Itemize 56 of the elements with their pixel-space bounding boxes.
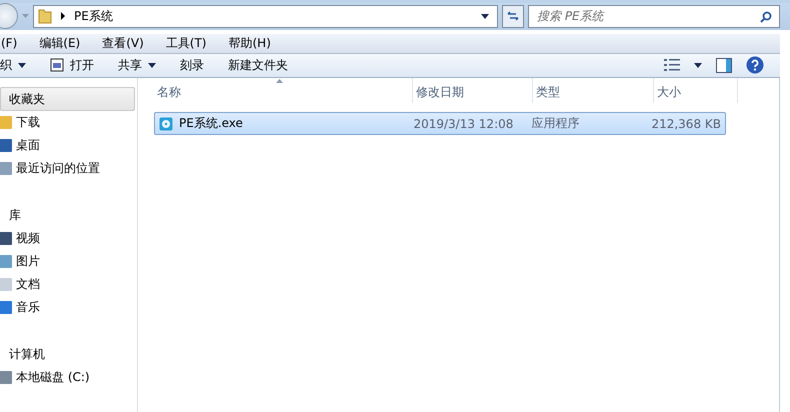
item-icon: [0, 139, 12, 152]
sidebar-item[interactable]: 最近访问的位置: [16, 160, 100, 177]
caret-icon: [18, 62, 26, 68]
sidebar-item[interactable]: 视频: [16, 230, 40, 247]
menu-item[interactable]: 工具(T): [166, 34, 206, 52]
forward-button[interactable]: [0, 3, 18, 30]
item-icon: [0, 162, 12, 175]
disc-icon: [159, 116, 173, 130]
item-icon: [0, 278, 12, 291]
sidebar-group[interactable]: 计算机: [0, 342, 135, 366]
dropdown-icon[interactable]: [481, 14, 489, 19]
help-icon[interactable]: [746, 56, 764, 74]
folder-icon: [38, 8, 52, 24]
column-header[interactable]: 大小: [654, 78, 738, 103]
menu-item[interactable]: 帮助(H): [228, 34, 271, 52]
window-icon: [50, 58, 64, 72]
column-header[interactable]: 名称: [154, 78, 413, 103]
item-icon: [0, 232, 12, 245]
column-header[interactable]: 修改日期: [413, 78, 533, 103]
sidebar-group[interactable]: 收藏夹: [0, 87, 135, 111]
chevron-icon: [60, 12, 66, 20]
toolbar-button[interactable]: 新建文件夹: [226, 54, 290, 77]
sidebar-item[interactable]: 本地磁盘 (C:): [16, 369, 90, 386]
toolbar-button[interactable]: 打开: [48, 54, 96, 77]
refresh-icon: [507, 11, 519, 22]
item-icon: [0, 301, 12, 314]
menu-item[interactable]: 编辑(E): [39, 34, 80, 52]
file-row[interactable]: PE系统.exe 2019/3/13 12:08 应用程序 212,368 KB: [154, 112, 726, 135]
toolbar-button[interactable]: 织: [0, 54, 28, 77]
table-cell: 2019/3/13 12:08: [413, 116, 514, 130]
column-header[interactable]: 类型: [533, 78, 654, 103]
search-field[interactable]: 搜索 PE系统: [528, 4, 780, 28]
sort-arrow-icon: [276, 79, 283, 83]
item-icon: [0, 371, 12, 384]
menu-item[interactable]: (F): [1, 36, 18, 50]
sidebar-group[interactable]: 库: [0, 203, 135, 227]
sidebar-item[interactable]: 音乐: [16, 299, 40, 316]
menu-item[interactable]: 查看(V): [102, 34, 144, 52]
search-icon: [760, 10, 772, 23]
sidebar-item[interactable]: 图片: [16, 253, 40, 270]
table-cell: 应用程序: [531, 115, 580, 132]
refresh-button[interactable]: [502, 4, 524, 28]
item-icon: [0, 255, 12, 268]
preview-pane-icon[interactable]: [716, 58, 732, 73]
sidebar-item[interactable]: 文档: [16, 276, 40, 293]
table-cell: PE系统.exe: [179, 115, 243, 132]
caret-icon: [148, 62, 156, 68]
caret-icon[interactable]: [694, 62, 702, 68]
sidebar-item[interactable]: 下载: [16, 114, 40, 131]
sidebar-item[interactable]: 桌面: [16, 137, 40, 154]
toolbar-button[interactable]: 共享: [116, 54, 158, 77]
view-list-icon[interactable]: [664, 59, 680, 72]
table-cell: 212,368 KB: [651, 116, 721, 130]
item-icon: [0, 116, 12, 129]
address-bar[interactable]: PE系统: [33, 4, 498, 28]
toolbar-button[interactable]: 刻录: [178, 54, 206, 77]
